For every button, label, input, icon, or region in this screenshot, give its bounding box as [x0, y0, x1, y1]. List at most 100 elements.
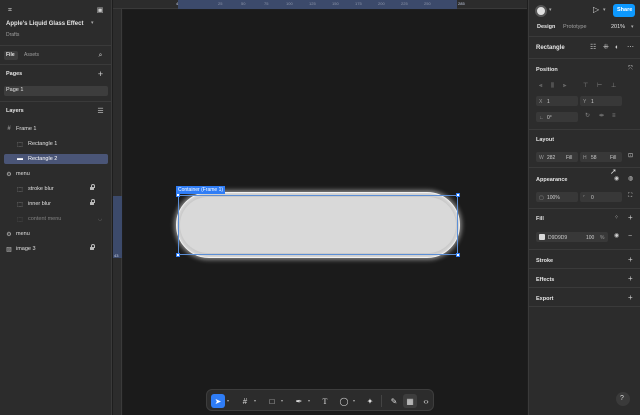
avatar[interactable] [535, 5, 547, 17]
mask-icon[interactable]: ◐ [615, 44, 619, 51]
export-section-label[interactable]: Export [536, 296, 553, 302]
fill-swatch[interactable] [539, 234, 545, 240]
constraints-icon[interactable]: ⤧ [628, 66, 633, 72]
align-icon[interactable]: ☷ [590, 44, 596, 51]
resizing-options-icon[interactable]: ⊡ [628, 153, 633, 159]
w-key: W [539, 154, 544, 161]
corner-radius-field[interactable]: ⌜ 0 [580, 192, 622, 202]
fill-color-field[interactable]: D9D9D9 100 % [536, 232, 608, 242]
more-icon[interactable]: ⋯ [627, 44, 634, 51]
chevron-down-icon[interactable]: ▾ [603, 8, 606, 13]
align-middle-icon[interactable]: ⊢ [597, 83, 602, 89]
text-tool-icon[interactable]: T [318, 394, 332, 408]
chevron-down-icon[interactable]: ▾ [227, 398, 229, 403]
add-export-icon[interactable]: + [628, 294, 633, 302]
frame-label[interactable]: Container (Frame 1) [176, 186, 226, 194]
rotate-icon[interactable]: ↻ [585, 113, 590, 119]
layer-rectangle-1[interactable]: ⬚ Rectangle 1 [4, 139, 108, 149]
tab-prototype[interactable]: Prototype [563, 24, 587, 31]
chevron-down-icon[interactable]: ▾ [353, 398, 355, 403]
main-menu-icon[interactable]: ⌗ [5, 5, 15, 15]
stroke-section-label[interactable]: Stroke [536, 258, 553, 264]
add-fill-icon[interactable]: + [628, 214, 633, 222]
styles-grid-icon[interactable]: ⁘ [614, 215, 619, 221]
file-title[interactable]: Apple's Liquid Glass Effect [6, 21, 83, 27]
present-play-icon[interactable]: ▷ [593, 6, 599, 14]
x-field[interactable]: X 1 [536, 96, 578, 106]
fill-visibility-eye-icon[interactable]: ◉ [614, 233, 619, 239]
align-center-icon[interactable]: ⫼ [551, 83, 554, 89]
toggle-sidebar-icon[interactable]: ▣ [95, 5, 105, 15]
align-left-icon[interactable]: ⫷ [539, 83, 542, 89]
dev-mode-icon[interactable]: ‹› [419, 394, 433, 408]
actions-tool-icon[interactable]: ✦ [363, 394, 377, 408]
remove-fill-icon[interactable]: − [628, 233, 632, 240]
position-section-label: Position [536, 67, 558, 73]
layers-options-icon[interactable]: ☰ [96, 107, 105, 116]
fill-opacity: 100 [586, 234, 595, 241]
zoom-level[interactable]: 201% [611, 24, 625, 31]
comment-tool-icon[interactable]: ◯ [337, 394, 351, 408]
chevron-down-icon[interactable]: ▾ [281, 398, 283, 403]
file-location[interactable]: Drafts [6, 33, 19, 38]
divider [528, 58, 640, 59]
frame-tool-icon[interactable]: # [238, 394, 252, 408]
opacity-field[interactable]: ▢ 100% [536, 192, 578, 202]
component-icon: ⚙ [6, 171, 12, 178]
w-mode[interactable]: Fill [566, 155, 572, 161]
tab-assets[interactable]: Assets [24, 53, 39, 58]
move-tool-icon[interactable]: ➤ [211, 394, 225, 408]
add-effect-icon[interactable]: + [628, 275, 633, 283]
component-create-icon[interactable]: ⁜ [603, 44, 609, 51]
layer-inner-blur[interactable]: ⬚ inner blur [4, 199, 108, 209]
selection-box[interactable] [178, 195, 458, 255]
fill-section-label: Fill [536, 216, 544, 222]
lock-icon[interactable] [90, 244, 96, 251]
effects-section-label[interactable]: Effects [536, 277, 554, 283]
fill-hex: D9D9D9 [548, 234, 568, 241]
tab-file-label: File [6, 52, 15, 58]
h-mode[interactable]: Fill [610, 155, 616, 161]
blend-mode-icon[interactable]: ◍ [628, 176, 633, 182]
rotation-field[interactable]: ∟ 0° [536, 112, 578, 122]
file-title-chevron-icon[interactable]: ▾ [91, 21, 94, 26]
draw-tool-icon[interactable]: ✎ [387, 394, 401, 408]
x-value: 1 [547, 98, 550, 105]
chevron-down-icon[interactable]: ▾ [254, 398, 256, 403]
pages-header: Pages [6, 71, 23, 77]
layer-menu-2[interactable]: ⚙ menu [4, 229, 108, 239]
resize-handle[interactable] [176, 253, 180, 257]
add-stroke-icon[interactable]: + [628, 256, 633, 264]
lock-icon[interactable] [90, 199, 96, 206]
add-page-icon[interactable]: + [96, 70, 105, 79]
align-top-icon[interactable]: ⊤ [583, 83, 588, 89]
tab-design[interactable]: Design [537, 24, 555, 31]
y-field[interactable]: Y 1 [580, 96, 622, 106]
search-icon[interactable]: ⌕ [96, 51, 105, 60]
component-icon: ⚙ [6, 231, 12, 238]
design-mode-icon[interactable]: ▦ [403, 394, 417, 408]
pen-tool-icon[interactable]: ✒ [292, 394, 306, 408]
lock-icon[interactable] [90, 184, 96, 191]
layer-rectangle-2[interactable]: ▬ Rectangle 2 [4, 154, 108, 164]
chevron-down-icon[interactable]: ▾ [549, 8, 552, 13]
layer-menu[interactable]: ⚙ menu [4, 169, 108, 179]
resize-handle[interactable] [456, 253, 460, 257]
height-field[interactable]: H 58 Fill [580, 152, 622, 162]
chevron-down-icon[interactable]: ▾ [631, 25, 634, 30]
align-bottom-icon[interactable]: ⊥ [611, 83, 616, 89]
visibility-eye-icon[interactable]: ◉ [614, 176, 619, 182]
align-right-icon[interactable]: ⫸ [563, 83, 566, 89]
layer-stroke-blur[interactable]: ⬚ stroke blur [4, 184, 108, 194]
layer-image-3[interactable]: ▨ image 3 [4, 244, 108, 254]
independent-corners-icon[interactable]: ⛶ [628, 193, 632, 199]
width-field[interactable]: W 282 Fill [536, 152, 578, 162]
chevron-down-icon[interactable]: ▾ [308, 398, 310, 403]
resize-handle[interactable] [456, 193, 460, 197]
layer-frame-1[interactable]: # Frame 1 [4, 124, 108, 134]
layer-content-menu[interactable]: ⬚ content menu ◡ [4, 214, 108, 224]
flip-vertical-icon[interactable]: ≡ [612, 113, 616, 119]
shape-tool-icon[interactable]: □ [265, 394, 279, 408]
hidden-eye-icon[interactable]: ◡ [96, 215, 104, 223]
flip-horizontal-icon[interactable]: ⇹ [599, 113, 604, 119]
